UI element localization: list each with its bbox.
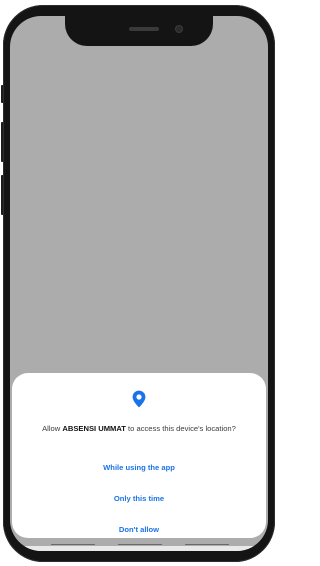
while-using-app-button[interactable]: While using the app <box>32 458 246 478</box>
device-mockup: Allow ABSENSI UMMAT to access this devic… <box>0 0 279 566</box>
only-this-time-button[interactable]: Only this time <box>32 489 246 509</box>
front-camera <box>176 26 182 32</box>
nav-home-indicator[interactable] <box>118 544 162 545</box>
nav-back-indicator[interactable] <box>51 544 95 545</box>
message-suffix: to access this device's location? <box>125 424 236 433</box>
location-permission-dialog: Allow ABSENSI UMMAT to access this devic… <box>12 373 266 538</box>
location-pin-icon <box>132 390 146 408</box>
message-prefix: Allow <box>42 424 63 433</box>
screen: Allow ABSENSI UMMAT to access this devic… <box>10 16 268 551</box>
navigation-bar <box>10 546 268 551</box>
app-name: ABSENSI UMMAT <box>62 424 126 433</box>
nav-recents-indicator[interactable] <box>185 544 229 545</box>
permission-message: Allow ABSENSI UMMAT to access this devic… <box>12 424 266 433</box>
notch <box>65 16 213 46</box>
dont-allow-button[interactable]: Don't allow <box>32 520 246 540</box>
phone-frame: Allow ABSENSI UMMAT to access this devic… <box>3 5 275 562</box>
earpiece-speaker <box>129 27 159 31</box>
